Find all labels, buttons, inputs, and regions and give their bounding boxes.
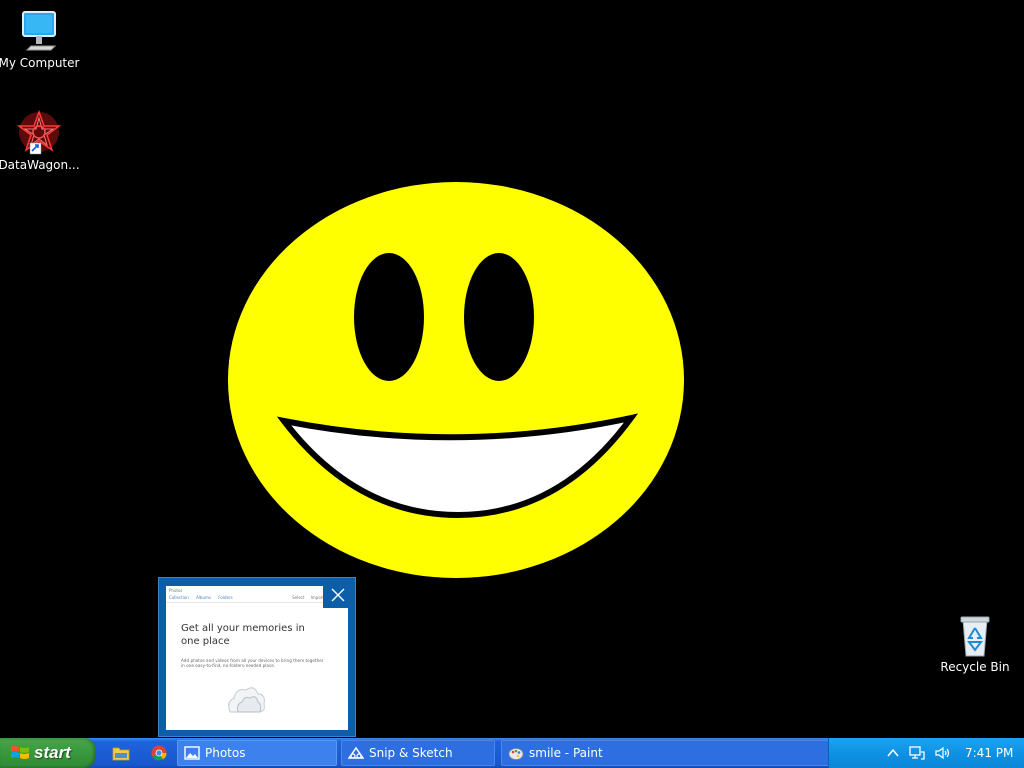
- tray-clock[interactable]: 7:41 PM: [965, 746, 1013, 760]
- desktop-icon-recycle-bin[interactable]: Recycle Bin: [933, 614, 1017, 674]
- taskbar-button-label: smile - Paint: [529, 746, 603, 760]
- close-icon: [331, 588, 345, 602]
- smiley-left-eye: [354, 253, 424, 381]
- volume-icon: [935, 746, 950, 760]
- desktop-icon-datawagon[interactable]: DataWagon...: [0, 110, 81, 172]
- thumbnail-body: Add photos and videos from all your devi…: [181, 658, 324, 668]
- photos-window-thumbnail[interactable]: Photos Collection Albums Folders Select …: [166, 586, 348, 730]
- thumbnail-actions: Select Import: [292, 595, 324, 600]
- smiley-wallpaper: [228, 182, 684, 578]
- volume-tray-button[interactable]: [935, 746, 951, 760]
- taskbar-button-label: Snip & Sketch: [369, 746, 453, 760]
- datawagon-icon: [16, 110, 62, 155]
- taskbar: start Photos Snip & Sketch smile - Paint…: [0, 738, 1024, 768]
- taskbar-button-photos[interactable]: Photos: [177, 740, 337, 766]
- snip-sketch-icon: [348, 746, 364, 759]
- chevron-up-icon: [887, 748, 899, 757]
- taskbar-button-label: Photos: [205, 746, 246, 760]
- quick-launch-file-explorer[interactable]: [110, 743, 132, 763]
- desktop-icon-label: My Computer: [0, 56, 80, 70]
- taskbar-thumbnail-preview[interactable]: Photos Collection Albums Folders Select …: [158, 577, 356, 737]
- taskbar-button-snip-sketch[interactable]: Snip & Sketch: [341, 740, 495, 766]
- network-tray-button[interactable]: [909, 746, 925, 760]
- thumbnail-heading: Get all your memories in one place: [181, 623, 305, 647]
- computer-icon: [22, 11, 57, 51]
- taskbar-button-paint[interactable]: smile - Paint: [501, 740, 830, 766]
- start-label: start: [34, 743, 71, 762]
- thumbnail-nav: Collection Albums Folders: [169, 595, 233, 600]
- network-icon: [909, 746, 925, 760]
- paint-icon: [508, 748, 524, 760]
- desktop: My Computer DataWagon... Recycle Bin Pho…: [0, 0, 1024, 738]
- quick-launch-chrome[interactable]: [148, 743, 170, 763]
- start-button[interactable]: start: [0, 738, 96, 768]
- recycle-bin-icon: [960, 616, 990, 657]
- system-tray: 7:41 PM: [828, 738, 1024, 768]
- show-hidden-icons-button[interactable]: [887, 748, 899, 758]
- desktop-icon-label: Recycle Bin: [940, 660, 1010, 674]
- chrome-icon: [151, 745, 167, 761]
- windows-flag-icon: [11, 746, 29, 759]
- thumbnail-app-title: Photos: [169, 588, 183, 593]
- smiley-right-eye: [464, 253, 534, 381]
- file-explorer-icon: [112, 747, 130, 761]
- desktop-icon-my-computer[interactable]: My Computer: [0, 10, 81, 70]
- desktop-icon-label: DataWagon...: [0, 158, 80, 172]
- preview-close-button[interactable]: [323, 582, 353, 608]
- smiley-face: [228, 182, 684, 578]
- photos-icon: [184, 746, 200, 760]
- thumbnail-divider: [166, 602, 348, 603]
- clouds-illustration-icon: [228, 687, 265, 713]
